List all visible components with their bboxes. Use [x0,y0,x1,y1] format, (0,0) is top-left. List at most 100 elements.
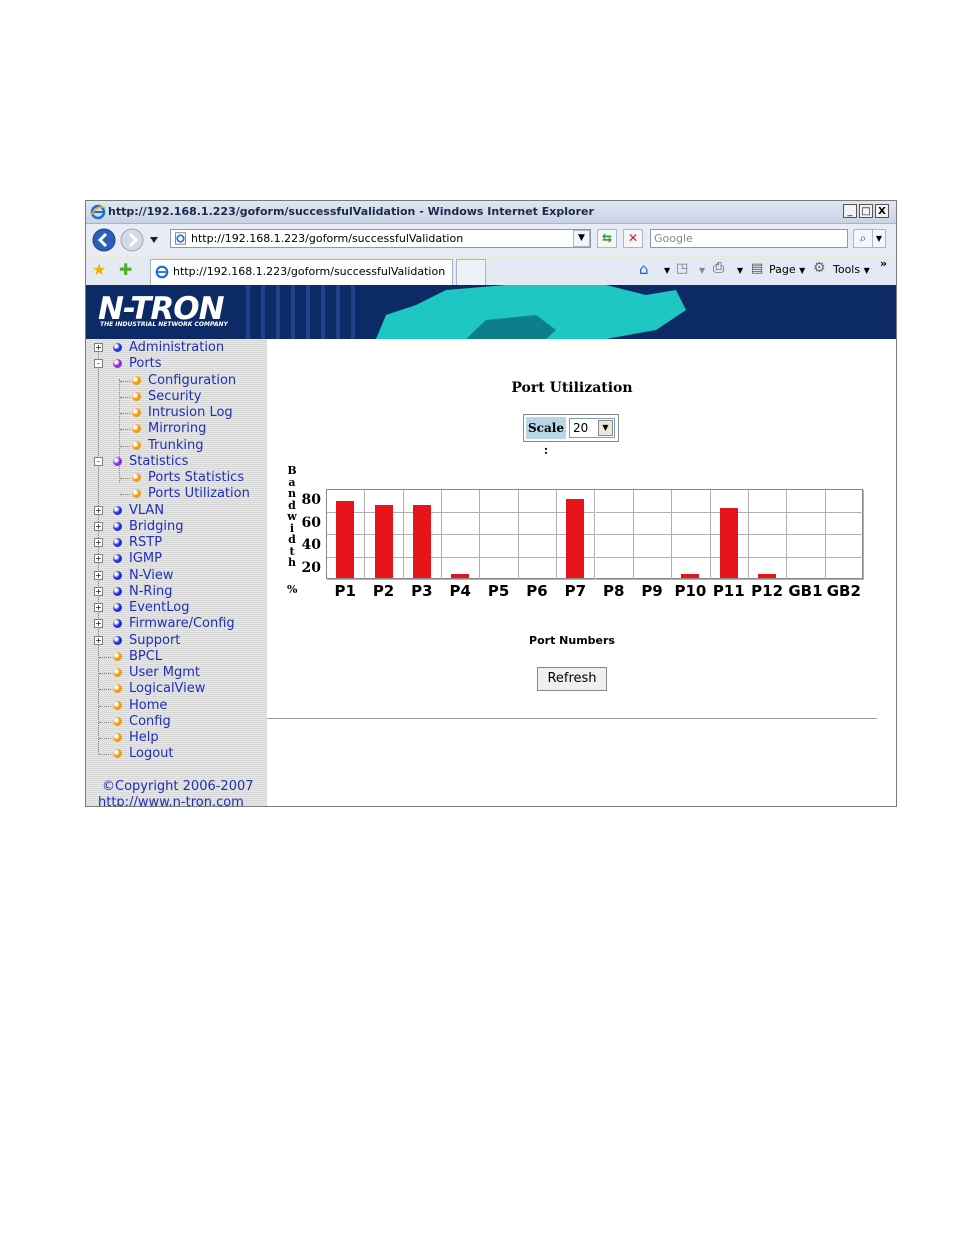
y-axis-label-char: % [287,583,298,596]
sidebar-item[interactable]: Config [86,714,267,730]
sidebar-item[interactable]: Trunking [86,438,267,454]
sidebar-item[interactable]: LogicalView [86,681,267,697]
sidebar-item[interactable]: + N-Ring [86,584,267,600]
sidebar-item[interactable]: + Bridging [86,519,267,535]
print-dropdown-icon[interactable]: ▼ [737,266,743,275]
tools-gear-icon[interactable]: ⚙ [813,260,826,276]
sidebar-item-label: Configuration [148,372,237,388]
sidebar-item[interactable]: Intrusion Log [86,405,267,421]
search-icon[interactable]: ⌕ [853,229,873,248]
expand-icon[interactable]: + [94,619,103,629]
bullet-icon [113,668,122,677]
address-text: http://192.168.1.223/goform/successfulVa… [191,232,464,245]
address-dropdown-button[interactable]: ▼ [573,230,590,247]
expand-icon[interactable]: + [94,505,103,515]
stop-icon[interactable]: ✕ [623,229,643,248]
bullet-icon [113,700,122,710]
grid-cell [518,535,558,558]
expand-icon[interactable]: + [94,343,103,352]
grid-cell [595,512,634,535]
y-axis-label: Ba n d w i d t h% [287,465,297,596]
sidebar-item[interactable]: User Mgmt [86,665,267,681]
history-dropdown-icon[interactable] [150,237,158,243]
sidebar-item[interactable]: Ports Utilization [86,486,267,502]
expand-icon[interactable]: + [94,586,103,596]
print-icon[interactable]: ⎙ [713,260,724,276]
expand-icon[interactable]: + [94,635,103,645]
sidebar-item[interactable]: Help [86,730,267,746]
ntron-banner: N-TRON THE INDUSTRIAL NETWORK COMPANY [86,285,896,339]
feeds-dropdown-icon[interactable]: ▼ [699,266,705,275]
tools-menu-label: Tools [833,263,861,276]
main-content: Port Utilization Scale : 20 ▼ Ba n d w i d t h%… [267,339,896,806]
sidebar-item[interactable]: + EventLog [86,600,267,616]
tree-line [99,738,111,739]
title-bar: http://192.168.1.223/goform/successfulVa… [86,201,896,224]
expand-icon[interactable]: + [94,603,103,612]
favorites-star-icon[interactable]: ★ [92,260,106,279]
expand-icon[interactable]: + [94,521,103,531]
chevron-down-icon[interactable]: ▼ [598,420,613,436]
sidebar-item[interactable]: + Support [86,633,267,649]
refresh-icon[interactable]: ⇆ [597,229,617,248]
sidebar-item[interactable]: Security [86,389,267,405]
sidebar-item[interactable]: + N-View [86,568,267,584]
sidebar-item[interactable]: - Statistics [86,454,267,470]
feeds-icon[interactable]: ◳ [676,261,688,276]
sidebar-item[interactable]: Logout [86,746,267,762]
new-tab-button[interactable] [456,259,486,285]
home-icon[interactable]: ⌂ [639,260,649,278]
home-dropdown-icon[interactable]: ▼ [664,266,670,275]
grid-cell [518,512,558,535]
chart-bar [451,573,470,578]
x-tick-label: P7 [564,582,587,600]
page-menu-icon[interactable]: ▤ [751,261,763,276]
grid-cell [787,490,826,513]
sidebar-item-label: IGMP [129,551,162,567]
tree-line [120,494,130,496]
expand-icon[interactable]: + [94,570,103,580]
refresh-button[interactable]: Refresh [537,667,607,691]
sidebar-item[interactable]: + Firmware/Config [86,616,267,632]
tab-current[interactable]: http://192.168.1.223/goform/successfulVa… [150,259,453,285]
search-input[interactable]: Google [650,229,848,248]
sidebar-item-label: RSTP [129,535,163,550]
minimize-button[interactable]: _ [843,204,857,218]
sidebar-item-label: User Mgmt [129,665,200,680]
address-input[interactable]: http://192.168.1.223/goform/successfulVa… [170,229,591,248]
sidebar-item-label: Security [148,388,202,404]
collapse-icon[interactable]: - [94,359,103,369]
bullet-icon [132,391,141,401]
x-tick-label: GB1 [788,582,823,600]
close-button[interactable]: X [875,204,889,218]
tools-menu[interactable]: Tools ▼ [833,263,870,276]
maximize-button[interactable]: □ [859,204,873,218]
scale-select[interactable]: 20 ▼ [569,418,615,438]
collapse-icon[interactable]: - [94,456,103,466]
tree-line [99,689,111,691]
divider [267,718,877,719]
grid-cell [595,535,634,558]
back-button[interactable] [92,228,116,252]
sidebar-item-label: Intrusion Log [148,405,233,420]
website-link[interactable]: http://www.n-tron.com [98,795,244,806]
sidebar-item[interactable]: + Administration [86,340,267,356]
sidebar-item[interactable]: Configuration [86,373,267,389]
sidebar-item[interactable]: - Ports [86,356,267,372]
sidebar-item[interactable]: Home [86,698,267,714]
forward-button[interactable] [120,228,144,252]
sidebar-item[interactable]: Ports Statistics [86,470,267,486]
more-tools-button[interactable]: » [880,257,887,270]
add-favorites-icon[interactable]: ✚ [119,260,132,279]
sidebar-item[interactable]: + RSTP [86,535,267,551]
expand-icon[interactable]: + [94,538,103,547]
expand-icon[interactable]: + [94,554,103,564]
grid-cell [633,557,673,580]
grid-cell [672,512,711,535]
sidebar-item[interactable]: + VLAN [86,503,267,519]
sidebar-item[interactable]: BPCL [86,649,267,665]
sidebar-item[interactable]: + IGMP [86,551,267,567]
page-menu[interactable]: Page ▼ [769,263,805,276]
sidebar-item[interactable]: Mirroring [86,421,267,437]
search-options-icon[interactable]: ▼ [872,229,886,248]
